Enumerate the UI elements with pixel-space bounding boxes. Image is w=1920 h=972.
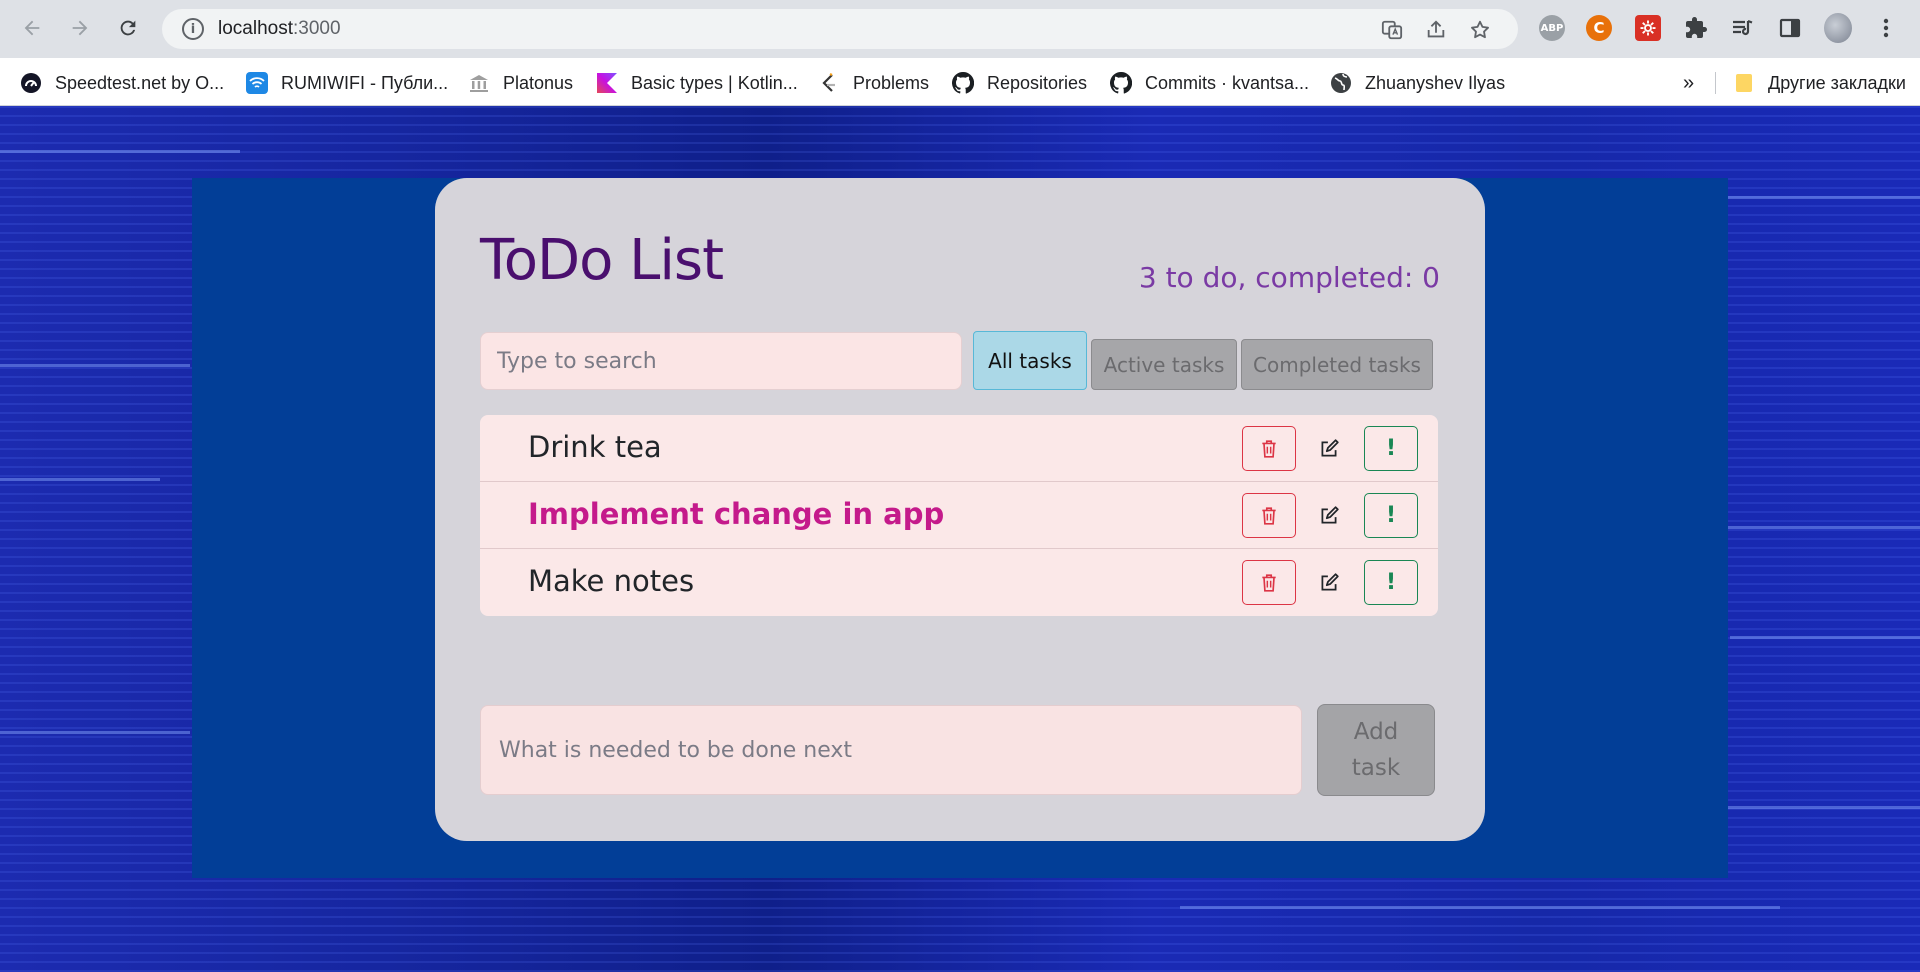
task-label[interactable]: Make notes: [528, 564, 694, 598]
task-label[interactable]: Implement change in app: [528, 497, 944, 531]
trash-icon: [1262, 573, 1276, 592]
avatar[interactable]: [1824, 13, 1852, 43]
kotlin-icon: [596, 72, 618, 94]
edit-task-button[interactable]: [1302, 560, 1356, 605]
edit-task-button[interactable]: [1302, 493, 1356, 538]
task-label[interactable]: Drink tea: [528, 430, 662, 464]
add-task-button[interactable]: Add task: [1317, 704, 1435, 796]
bookmark-rumiwifi[interactable]: RUMIWIFI - Публи...: [246, 70, 448, 96]
task-list: Drink tea ! Implement change in app ! Ma…: [480, 415, 1438, 616]
page-background: ToDo List 3 to do, completed: 0 All task…: [0, 106, 1920, 972]
share-icon[interactable]: [1424, 18, 1448, 42]
pencil-square-icon: [1321, 572, 1339, 590]
edit-task-button[interactable]: [1302, 426, 1356, 471]
important-task-button[interactable]: !: [1364, 560, 1418, 605]
search-input[interactable]: [480, 332, 962, 390]
info-icon[interactable]: i: [182, 18, 204, 40]
bookmarks-divider: [1715, 72, 1716, 94]
bookmark-problems[interactable]: Problems: [818, 70, 929, 96]
star-icon[interactable]: [1468, 18, 1492, 42]
bookmark-speedtest[interactable]: Speedtest.net by O...: [20, 70, 224, 96]
task-counter: 3 to do, completed: 0: [1138, 261, 1440, 294]
gear-extension-icon[interactable]: [1634, 14, 1662, 42]
globe-icon: [1330, 72, 1352, 94]
more-bookmarks-button[interactable]: »: [1683, 70, 1694, 96]
page-title: ToDo List: [480, 228, 724, 293]
delete-task-button[interactable]: [1242, 426, 1296, 471]
adblock-extension-icon[interactable]: ABP: [1538, 14, 1566, 42]
pencil-square-icon: [1321, 505, 1339, 523]
bookmark-zhuanyshev[interactable]: Zhuanyshev Ilyas: [1330, 70, 1505, 96]
bookmark-kotlin[interactable]: Basic types | Kotlin...: [596, 70, 798, 96]
folder-icon: [1733, 72, 1755, 94]
task-row: Implement change in app !: [480, 482, 1438, 549]
important-task-button[interactable]: !: [1364, 493, 1418, 538]
reading-list-icon[interactable]: [1728, 14, 1756, 42]
filter-active-button[interactable]: Active tasks: [1091, 339, 1237, 390]
bookmarks-bar: Speedtest.net by O... RUMIWIFI - Публи..…: [0, 58, 1920, 106]
reload-button[interactable]: [110, 10, 146, 46]
new-task-input[interactable]: [480, 705, 1302, 795]
github-icon: [1110, 72, 1132, 94]
wifi-icon: [246, 72, 268, 94]
bookmark-platonus[interactable]: Platonus: [468, 70, 573, 96]
c-extension-icon[interactable]: C: [1585, 14, 1613, 42]
arrow-right-icon: [72, 20, 88, 36]
leetcode-icon: [818, 72, 840, 94]
puzzle-icon[interactable]: [1682, 14, 1710, 42]
github-icon: [952, 72, 974, 94]
building-icon: [468, 72, 490, 94]
todo-app-card: ToDo List 3 to do, completed: 0 All task…: [435, 178, 1485, 841]
filter-all-button[interactable]: All tasks: [973, 331, 1087, 390]
forward-button[interactable]: [62, 10, 98, 46]
other-bookmarks-folder[interactable]: Другие закладки: [1733, 70, 1906, 96]
task-row: Make notes !: [480, 549, 1438, 616]
trash-icon: [1262, 506, 1276, 525]
arrow-left-icon: [24, 20, 40, 36]
address-url[interactable]: localhost:3000: [218, 18, 341, 40]
trash-icon: [1262, 439, 1276, 458]
menu-kebab-icon[interactable]: [1872, 14, 1900, 42]
delete-task-button[interactable]: [1242, 560, 1296, 605]
speedtest-icon: [20, 72, 42, 94]
important-task-button[interactable]: !: [1364, 426, 1418, 471]
task-row: Drink tea !: [480, 415, 1438, 482]
reload-icon: [120, 20, 136, 36]
pencil-square-icon: [1321, 438, 1339, 456]
delete-task-button[interactable]: [1242, 493, 1296, 538]
browser-toolbar: i localhost:3000 ABP C: [0, 0, 1920, 58]
bookmark-repositories[interactable]: Repositories: [952, 70, 1087, 96]
filter-completed-button[interactable]: Completed tasks: [1241, 339, 1433, 390]
side-panel-icon[interactable]: [1776, 14, 1804, 42]
translate-icon[interactable]: [1380, 18, 1404, 42]
bookmark-commits[interactable]: Commits · kvantsa...: [1110, 70, 1309, 96]
address-bar[interactable]: i localhost:3000: [162, 9, 1518, 49]
back-button[interactable]: [14, 10, 50, 46]
